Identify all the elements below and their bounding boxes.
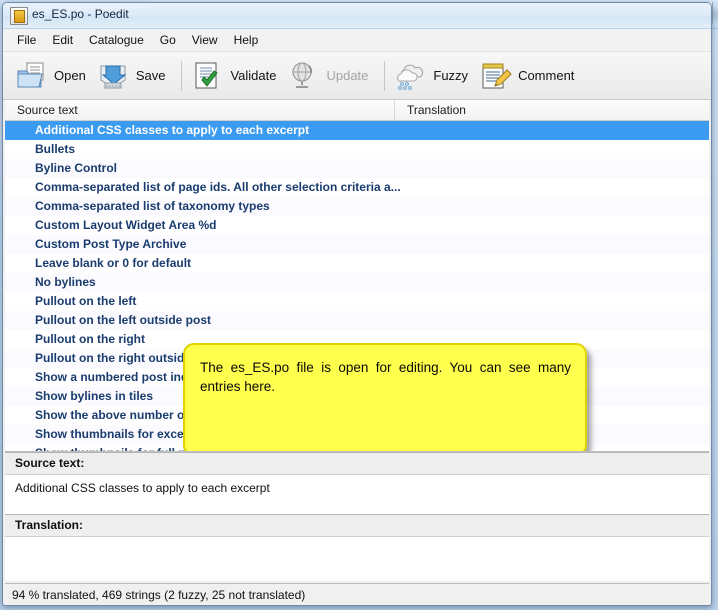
open-button-label: Open — [54, 68, 86, 83]
table-row[interactable]: Pullout on the left — [5, 292, 709, 311]
list-column-headers: Source text Translation — [5, 100, 709, 121]
fuzzy-button[interactable]: Fuzzy — [392, 54, 477, 98]
translation-input[interactable] — [5, 537, 709, 581]
fuzzy-button-label: Fuzzy — [433, 68, 469, 83]
column-header-source[interactable]: Source text — [5, 100, 395, 120]
table-row[interactable]: No bylines — [5, 273, 709, 292]
menu-item-edit[interactable]: Edit — [44, 30, 81, 50]
toolbar-separator-2 — [384, 60, 386, 91]
column-header-translation[interactable]: Translation — [395, 100, 709, 120]
document-icon — [10, 7, 28, 25]
status-text: 94 % translated, 469 strings (2 fuzzy, 2… — [12, 587, 306, 602]
open-folder-icon — [15, 60, 49, 92]
validate-button-label: Validate — [230, 68, 277, 83]
toolbar: Open Save Validate Update Fuzzy Comment — [3, 52, 711, 100]
window-title: es_ES.po - Poedit — [32, 7, 129, 21]
update-button-label: Update — [326, 68, 369, 83]
table-row[interactable]: Pullout on the left outside post — [5, 311, 709, 330]
menu-item-help[interactable]: Help — [226, 30, 267, 50]
save-disk-icon — [97, 60, 131, 92]
validate-button[interactable]: Validate — [189, 54, 285, 98]
fuzzy-cloud-icon — [394, 60, 428, 92]
menu-item-file[interactable]: File — [9, 30, 44, 50]
table-row[interactable]: Byline Control — [5, 159, 709, 178]
table-row[interactable]: Bullets — [5, 140, 709, 159]
comment-button-label: Comment — [518, 68, 575, 83]
menu-item-catalogue[interactable]: Catalogue — [81, 30, 152, 50]
menu-item-go[interactable]: Go — [152, 30, 184, 50]
tooltip-callout: The es_ES.po file is open for editing. Y… — [183, 343, 587, 451]
open-button[interactable]: Open — [13, 54, 95, 98]
source-text-value: Additional CSS classes to apply to each … — [5, 475, 709, 514]
title-bar: es_ES.po - Poedit — [3, 3, 711, 29]
entries-list[interactable]: Additional CSS classes to apply to each … — [5, 121, 709, 452]
table-row[interactable]: Comma-separated list of taxonomy types — [5, 197, 709, 216]
comment-button[interactable]: Comment — [477, 54, 583, 98]
table-row[interactable]: Custom Post Type Archive — [5, 235, 709, 254]
update-globe-icon — [287, 60, 321, 92]
tooltip-text: The es_ES.po file is open for editing. Y… — [200, 360, 571, 395]
toolbar-separator-1 — [181, 60, 183, 91]
source-text-label: Source text: — [5, 452, 709, 475]
validate-check-icon — [191, 60, 225, 92]
table-row[interactable]: Additional CSS classes to apply to each … — [5, 121, 709, 140]
menu-bar: File Edit Catalogue Go View Help — [3, 29, 711, 52]
update-button[interactable]: Update — [285, 54, 377, 98]
poedit-window: es_ES.po - Poedit File Edit Catalogue Go… — [2, 2, 712, 606]
save-button[interactable]: Save — [95, 54, 175, 98]
table-row[interactable]: Comma-separated list of page ids. All ot… — [5, 178, 709, 197]
comment-notepad-icon — [479, 60, 513, 92]
menu-item-view[interactable]: View — [184, 30, 226, 50]
translation-label: Translation: — [5, 514, 709, 537]
table-row[interactable]: Leave blank or 0 for default — [5, 254, 709, 273]
table-row[interactable]: Custom Layout Widget Area %d — [5, 216, 709, 235]
save-button-label: Save — [135, 68, 166, 83]
status-bar: 94 % translated, 469 strings (2 fuzzy, 2… — [5, 583, 709, 605]
